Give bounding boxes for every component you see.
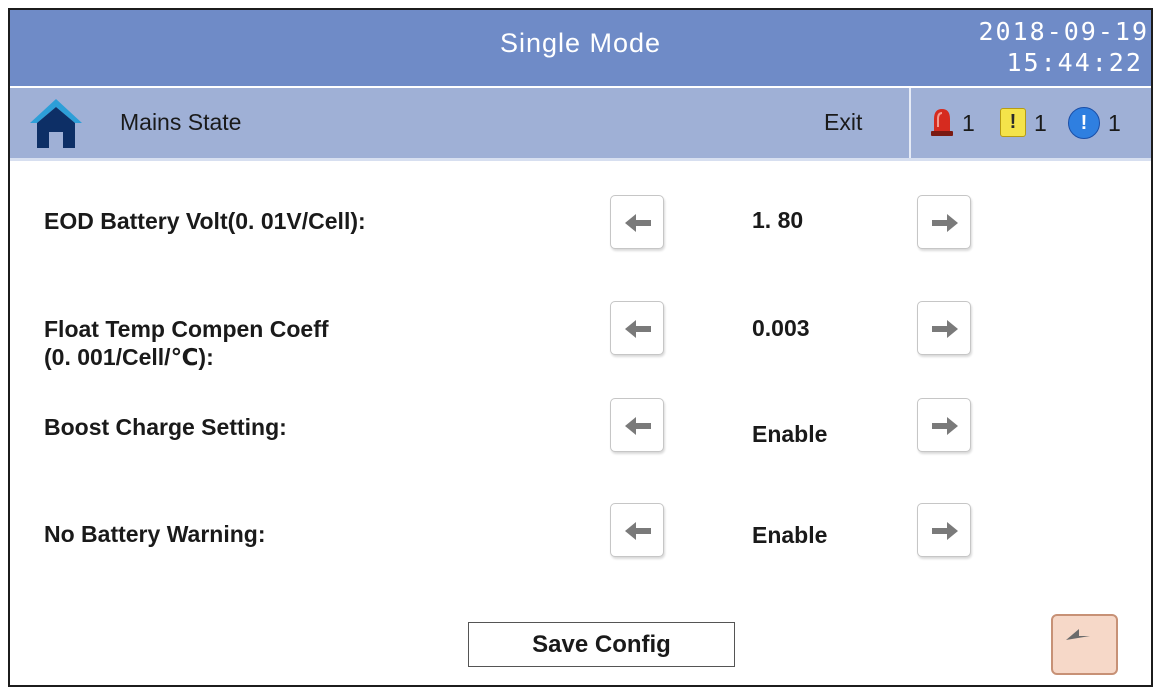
boost-charge-increase-button[interactable] — [917, 398, 971, 452]
no-battery-decrease-button[interactable] — [610, 503, 664, 557]
eod-battery-volt-label: EOD Battery Volt(0. 01V/Cell): — [44, 208, 366, 234]
siren-icon — [931, 109, 953, 136]
arrow-left-icon — [625, 320, 651, 338]
nav-divider — [909, 88, 911, 158]
no-battery-warning-value: Enable — [752, 522, 828, 548]
arrow-right-icon — [932, 214, 958, 232]
save-config-button[interactable]: Save Config — [468, 622, 735, 667]
info-icon: ! — [1068, 107, 1100, 139]
info-alarm[interactable]: ! 1 — [1068, 105, 1138, 141]
boost-charge-decrease-button[interactable] — [610, 398, 664, 452]
arrow-right-icon — [932, 417, 958, 435]
title-bar: Single Mode 2018-09-19 15:44:22 — [10, 10, 1151, 86]
no-battery-warning-label: No Battery Warning: — [44, 521, 266, 547]
critical-alarm[interactable]: 1 — [924, 105, 984, 141]
float-temp-compen-label-line2: (0. 001/Cell/℃): — [44, 344, 214, 370]
back-arrow-icon — [1066, 629, 1090, 640]
warning-icon: ! — [1000, 108, 1026, 137]
exit-button[interactable]: Exit — [824, 109, 862, 136]
page-title: Mains State — [120, 109, 242, 135]
float-temp-decrease-button[interactable] — [610, 301, 664, 355]
info-alarm-count: 1 — [1108, 110, 1121, 136]
eod-increase-button[interactable] — [917, 195, 971, 249]
critical-alarm-count: 1 — [962, 110, 975, 136]
float-temp-increase-button[interactable] — [917, 301, 971, 355]
home-icon[interactable] — [28, 96, 84, 150]
date-time: 2018-09-19 15:44:22 — [978, 16, 1149, 78]
screen-frame: Single Mode 2018-09-19 15:44:22 Mains St… — [8, 8, 1153, 687]
float-temp-compen-label: Float Temp Compen Coeff (0. 001/Cell/℃): — [44, 315, 329, 371]
no-battery-increase-button[interactable] — [917, 503, 971, 557]
eod-battery-volt-value: 1. 80 — [752, 207, 804, 233]
arrow-left-icon — [625, 214, 651, 232]
arrow-right-icon — [932, 320, 958, 338]
nav-bar: Mains State Exit 1 ! 1 ! 1 — [10, 86, 1151, 161]
warning-alarm-count: 1 — [1034, 110, 1047, 136]
boost-charge-label: Boost Charge Setting: — [44, 414, 287, 440]
boost-charge-value: Enable — [752, 421, 828, 447]
time-text: 15:44:22 — [1006, 48, 1143, 77]
back-button[interactable] — [1051, 614, 1118, 675]
float-temp-compen-label-line1: Float Temp Compen Coeff — [44, 316, 329, 342]
arrow-left-icon — [625, 522, 651, 540]
float-temp-compen-value: 0.003 — [752, 315, 810, 341]
eod-decrease-button[interactable] — [610, 195, 664, 249]
arrow-left-icon — [625, 417, 651, 435]
warning-alarm[interactable]: ! 1 — [1000, 105, 1060, 141]
arrow-right-icon — [932, 522, 958, 540]
date-text: 2018-09-19 — [978, 17, 1149, 46]
